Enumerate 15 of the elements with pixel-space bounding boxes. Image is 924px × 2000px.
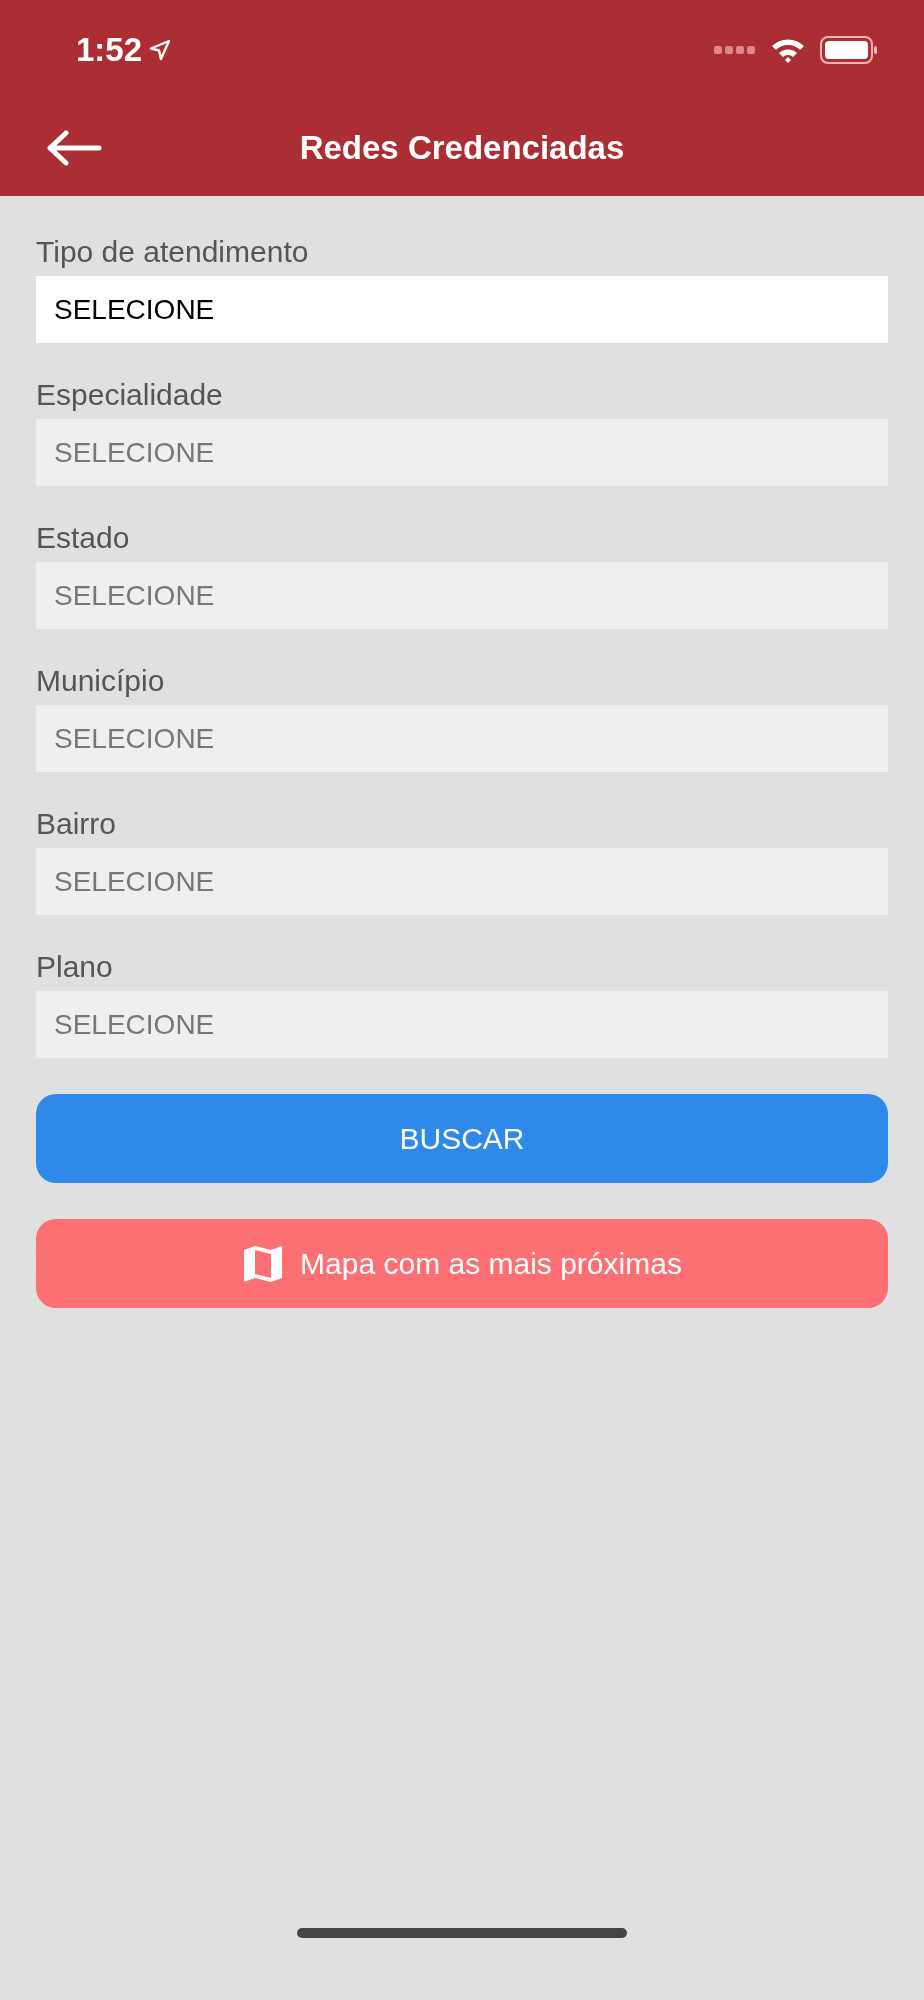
location-arrow-icon <box>148 38 173 62</box>
search-button[interactable]: BUSCAR <box>36 1094 888 1183</box>
battery-icon <box>820 36 878 64</box>
screen-title: Redes Credenciadas <box>299 129 625 167</box>
map-button[interactable]: Mapa com as mais próximas <box>36 1219 888 1308</box>
select-field[interactable]: SELECIONE <box>36 276 888 343</box>
field-label: Bairro <box>36 806 118 842</box>
field-label: Município <box>36 663 166 699</box>
status-time: 1:52 <box>76 31 143 69</box>
back-arrow-icon[interactable] <box>46 130 102 166</box>
field-label: Plano <box>36 949 114 985</box>
field-label: Tipo de atendimento <box>36 234 310 270</box>
field-label: Especialidade <box>36 377 224 413</box>
signal-icon <box>714 45 756 55</box>
field-label: Estado <box>36 520 131 556</box>
